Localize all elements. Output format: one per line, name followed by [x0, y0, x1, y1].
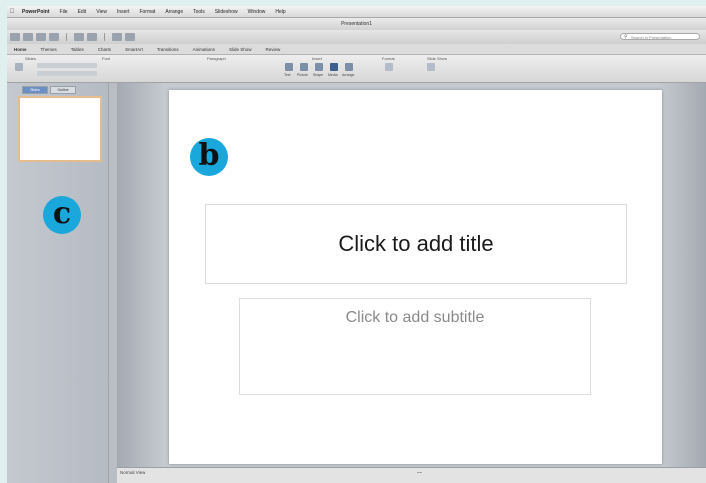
- group-label-paragraph: Paragraph: [207, 56, 226, 61]
- save-icon[interactable]: [36, 33, 46, 41]
- insert-text-label: Text: [284, 73, 291, 77]
- media-icon[interactable]: [330, 63, 338, 71]
- marker-c: c: [43, 196, 81, 234]
- group-label-slides: Slides: [25, 56, 36, 61]
- tab-transitions[interactable]: Transitions: [150, 47, 186, 52]
- print-icon[interactable]: [49, 33, 59, 41]
- group-label-insert: Insert: [312, 56, 323, 61]
- open-icon[interactable]: [23, 33, 33, 41]
- ribbon: Slides Font Paragraph Insert Format Slid…: [7, 55, 706, 83]
- tab-review[interactable]: Review: [258, 47, 287, 52]
- font-dropdown[interactable]: [37, 63, 97, 68]
- tab-home[interactable]: Home: [7, 47, 34, 52]
- tab-charts[interactable]: Charts: [91, 47, 118, 52]
- tab-smartart[interactable]: SmartArt: [118, 47, 150, 52]
- slides-pane-tabs: Slides Outline: [22, 86, 76, 94]
- menu-app-name[interactable]: PowerPoint: [17, 9, 55, 15]
- menu-window[interactable]: Window: [243, 9, 271, 15]
- status-bar: Normal View —: [117, 467, 706, 483]
- table-icon[interactable]: [112, 33, 122, 41]
- menu-edit[interactable]: Edit: [73, 9, 92, 15]
- redo-icon[interactable]: [87, 33, 97, 41]
- status-view-label: Normal View: [120, 470, 146, 475]
- menu-bar:  PowerPoint File Edit View Insert Forma…: [7, 6, 706, 18]
- toolbar-separator: [104, 33, 105, 41]
- app-window:  PowerPoint File Edit View Insert Forma…: [7, 6, 706, 483]
- search-placeholder: Search in Presentation: [631, 35, 672, 40]
- insert-arrange-label: Arrange: [342, 73, 355, 77]
- insert-shape-label: Shape: [313, 73, 324, 77]
- menu-insert[interactable]: Insert: [112, 9, 135, 15]
- subtitle-placeholder[interactable]: Click to add subtitle: [239, 298, 591, 395]
- apple-icon[interactable]: : [7, 9, 17, 15]
- title-placeholder[interactable]: Click to add title: [205, 204, 627, 284]
- shape-icon[interactable]: [315, 63, 323, 71]
- menu-file[interactable]: File: [55, 9, 73, 15]
- format-icon[interactable]: [385, 63, 393, 71]
- standard-toolbar: ⚲ Search in Presentation: [7, 30, 706, 44]
- slides-pane: Slides Outline: [7, 83, 109, 483]
- window-title: Presentation1: [7, 18, 706, 30]
- font-size-dropdown[interactable]: [37, 71, 97, 76]
- slide-thumbnail[interactable]: [18, 96, 102, 162]
- ribbon-tabs: Home Themes Tables Charts SmartArt Trans…: [7, 44, 706, 55]
- insert-media-label: Media: [328, 73, 338, 77]
- search-input[interactable]: ⚲ Search in Presentation: [620, 33, 700, 40]
- arrange-icon[interactable]: [345, 63, 353, 71]
- tab-animations[interactable]: Animations: [186, 47, 222, 52]
- status-center: —: [417, 470, 422, 476]
- menu-format[interactable]: Format: [134, 9, 160, 15]
- insert-picture-label: Picture: [297, 73, 308, 77]
- picture-icon[interactable]: [300, 63, 308, 71]
- zoom-icon[interactable]: [125, 33, 135, 41]
- menu-view[interactable]: View: [91, 9, 112, 15]
- subtitle-placeholder-text: Click to add subtitle: [345, 309, 485, 326]
- title-placeholder-text: Click to add title: [338, 231, 494, 256]
- tab-outline[interactable]: Outline: [50, 86, 76, 94]
- menu-slideshow[interactable]: Slideshow: [210, 9, 243, 15]
- tab-slide-show[interactable]: Slide Show: [222, 47, 259, 52]
- text-box-icon[interactable]: [285, 63, 293, 71]
- group-label-slide-show: Slide Show: [427, 56, 448, 61]
- new-slide-icon[interactable]: [15, 63, 23, 71]
- undo-icon[interactable]: [74, 33, 84, 41]
- menu-tools[interactable]: Tools: [188, 9, 210, 15]
- play-slideshow-icon[interactable]: [427, 63, 435, 71]
- marker-b: b: [190, 138, 228, 176]
- toolbar-separator: [66, 33, 67, 41]
- group-label-font: Font: [102, 56, 111, 61]
- tab-slides[interactable]: Slides: [22, 86, 48, 94]
- tab-themes[interactable]: Themes: [34, 47, 64, 52]
- search-icon: ⚲: [624, 34, 628, 40]
- menu-arrange[interactable]: Arrange: [160, 9, 188, 15]
- group-label-format: Format: [382, 56, 395, 61]
- slide[interactable]: Click to add title Click to add subtitle: [169, 90, 662, 464]
- menu-help[interactable]: Help: [270, 9, 290, 15]
- tab-tables[interactable]: Tables: [64, 47, 91, 52]
- new-icon[interactable]: [10, 33, 20, 41]
